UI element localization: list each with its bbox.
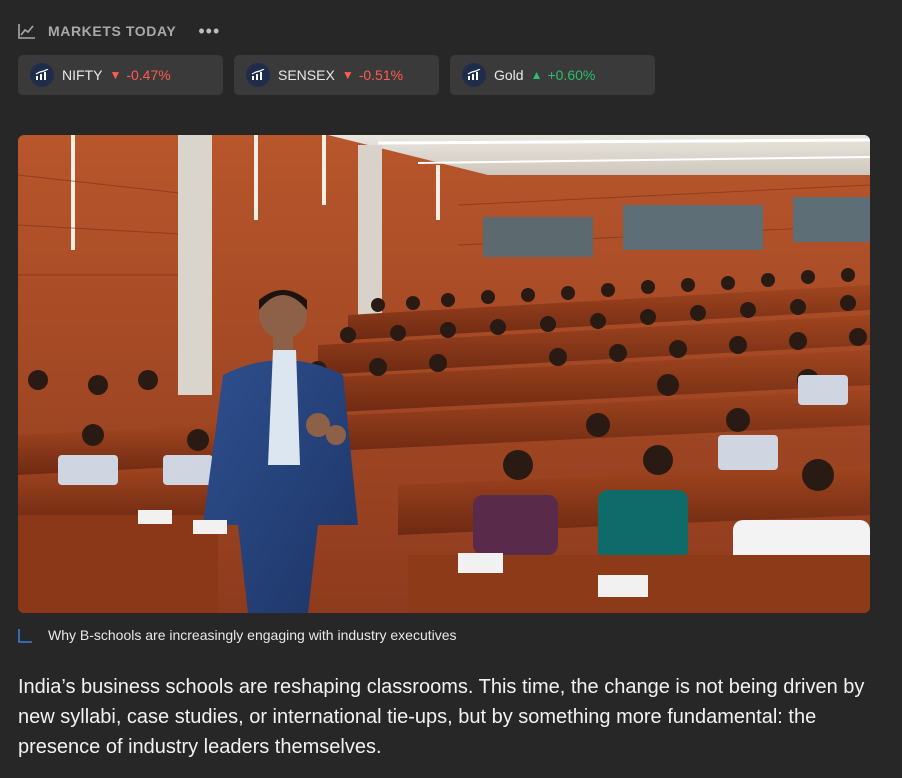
ticker-gold[interactable]: Gold ▲ +0.60% — [450, 55, 655, 95]
markets-title: MARKETS TODAY — [48, 23, 177, 39]
ticker-change: -0.51% — [358, 67, 404, 83]
down-arrow-icon: ▼ — [109, 68, 122, 82]
image-caption: Why B-schools are increasingly engaging … — [18, 627, 457, 643]
ticker-list: NIFTY ▼ -0.47% SENSEX ▼ -0.51% Gold ▲ +0… — [18, 55, 655, 95]
more-options-icon[interactable]: ••• — [198, 22, 220, 40]
markets-header: MARKETS TODAY ••• — [18, 20, 220, 42]
stock-chart-icon — [30, 63, 54, 87]
ticker-name: SENSEX — [278, 67, 335, 83]
caption-text: Why B-schools are increasingly engaging … — [48, 627, 457, 643]
ticker-change: -0.47% — [126, 67, 171, 83]
article-hero-image[interactable] — [18, 135, 870, 613]
ticker-name: Gold — [494, 67, 524, 83]
ticker-name: NIFTY — [62, 67, 103, 83]
stock-chart-icon — [462, 63, 486, 87]
caption-corner-icon — [18, 629, 32, 643]
ticker-change: +0.60% — [547, 67, 596, 83]
line-chart-icon — [18, 23, 36, 39]
ticker-sensex[interactable]: SENSEX ▼ -0.51% — [234, 55, 439, 95]
down-arrow-icon: ▼ — [341, 68, 354, 82]
article-lead-paragraph: India’s business schools are reshaping c… — [18, 676, 865, 758]
up-arrow-icon: ▲ — [530, 68, 543, 82]
ticker-nifty[interactable]: NIFTY ▼ -0.47% — [18, 55, 223, 95]
stock-chart-icon — [246, 63, 270, 87]
